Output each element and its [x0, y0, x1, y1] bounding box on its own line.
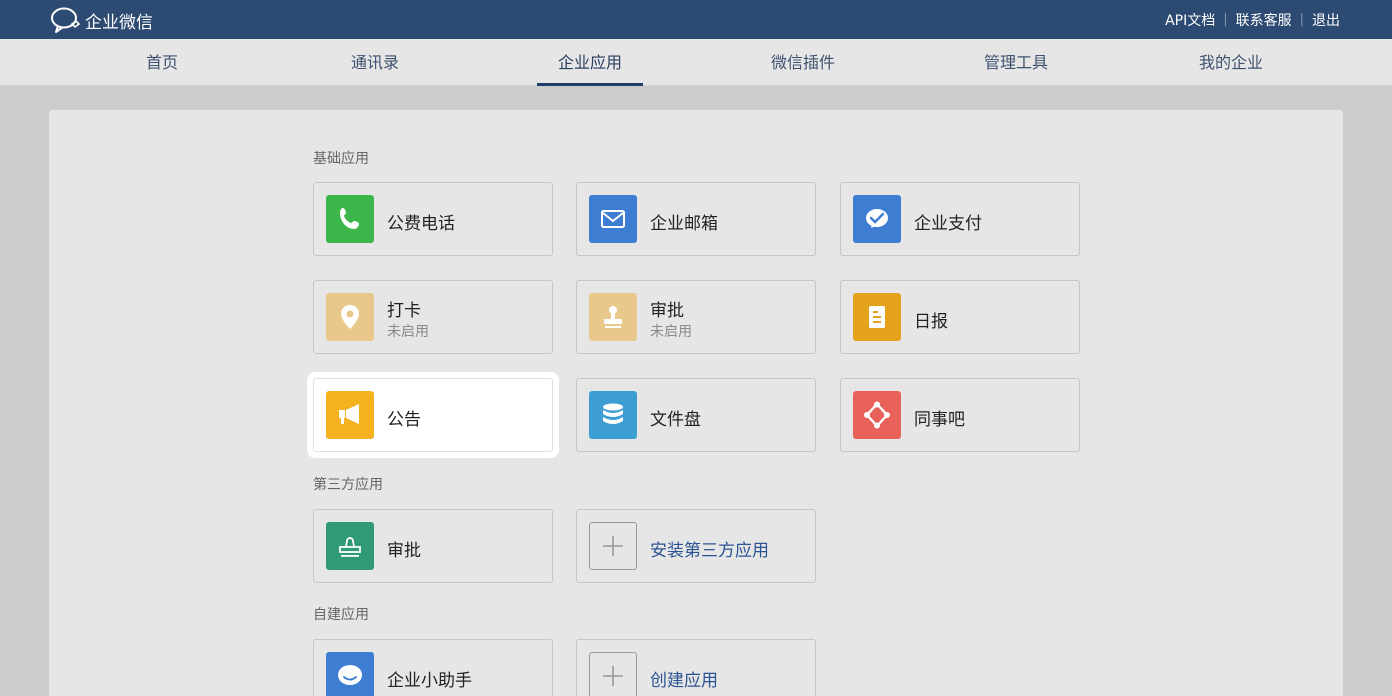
app-label: 公告 [387, 410, 421, 430]
tab-management-tools[interactable]: 管理工具 [963, 39, 1069, 86]
plus-icon [589, 522, 637, 570]
chat-bubble-icon [326, 652, 374, 696]
app-card-colleague-bar[interactable]: 同事吧 [840, 378, 1080, 452]
separator: | [1299, 12, 1304, 27]
tab-enterprise-apps[interactable]: 企业应用 [537, 39, 643, 86]
database-icon [589, 391, 637, 439]
payment-icon [853, 195, 901, 243]
stamp-outline-icon [326, 522, 374, 570]
mail-icon [589, 195, 637, 243]
section-title-custom: 自建应用 [313, 607, 369, 623]
app-card-approval-basic[interactable]: 审批 未启用 [576, 280, 816, 354]
app-label: 企业邮箱 [650, 214, 718, 234]
tab-contacts[interactable]: 通讯录 [322, 39, 428, 86]
app-card-public-call[interactable]: 公费电话 [313, 182, 553, 256]
app-card-daily-report[interactable]: 日报 [840, 280, 1080, 354]
app-card-approval-third-party[interactable]: 审批 [313, 509, 553, 583]
logout-link[interactable]: 退出 [1312, 10, 1340, 30]
app-label: 企业支付 [914, 214, 982, 234]
app-card-enterprise-pay[interactable]: 企业支付 [840, 182, 1080, 256]
apps-panel: 基础应用 公费电话 企业邮箱 企业支付 打卡 未启用 审批 未启用 日报 公告 … [49, 110, 1343, 696]
top-links: API文档 | 联系客服 | 退出 [1165, 0, 1340, 39]
create-app-button[interactable]: 创建应用 [576, 639, 816, 696]
phone-icon [326, 195, 374, 243]
app-label: 审批 [387, 541, 421, 561]
tab-home[interactable]: 首页 [109, 39, 215, 86]
app-label: 企业小助手 [387, 671, 472, 691]
app-label: 同事吧 [914, 410, 965, 430]
report-icon [853, 293, 901, 341]
main-nav: 首页 通讯录 企业应用 微信插件 管理工具 我的企业 [0, 39, 1392, 86]
network-icon [853, 391, 901, 439]
tab-my-enterprise[interactable]: 我的企业 [1178, 39, 1284, 86]
tab-wechat-plugins[interactable]: 微信插件 [750, 39, 856, 86]
app-card-announcement[interactable]: 公告 [313, 378, 553, 452]
separator: | [1223, 12, 1228, 27]
app-status: 未启用 [387, 324, 429, 340]
install-third-party-app-button[interactable]: 安装第三方应用 [576, 509, 816, 583]
brand-logo[interactable]: 企业微信 [50, 6, 153, 34]
chat-bubbles-icon [51, 7, 81, 33]
app-label: 日报 [914, 312, 948, 332]
section-title-basic: 基础应用 [313, 151, 369, 167]
app-status: 未启用 [650, 324, 692, 340]
app-label: 创建应用 [650, 671, 718, 691]
brand-name: 企业微信 [85, 12, 153, 33]
stamp-icon [589, 293, 637, 341]
app-label: 审批 [650, 301, 684, 321]
app-label: 打卡 [387, 301, 421, 321]
location-pin-icon [326, 293, 374, 341]
api-docs-link[interactable]: API文档 [1165, 10, 1215, 30]
section-title-third-party: 第三方应用 [313, 477, 383, 493]
app-card-checkin[interactable]: 打卡 未启用 [313, 280, 553, 354]
megaphone-icon [326, 391, 374, 439]
contact-support-link[interactable]: 联系客服 [1236, 10, 1292, 30]
app-card-enterprise-assistant[interactable]: 企业小助手 [313, 639, 553, 696]
app-label: 安装第三方应用 [650, 541, 769, 561]
app-card-enterprise-mail[interactable]: 企业邮箱 [576, 182, 816, 256]
plus-icon [589, 652, 637, 696]
app-label: 公费电话 [387, 214, 455, 234]
app-label: 文件盘 [650, 410, 701, 430]
app-card-file-drive[interactable]: 文件盘 [576, 378, 816, 452]
top-bar: 企业微信 API文档 | 联系客服 | 退出 [0, 0, 1392, 39]
